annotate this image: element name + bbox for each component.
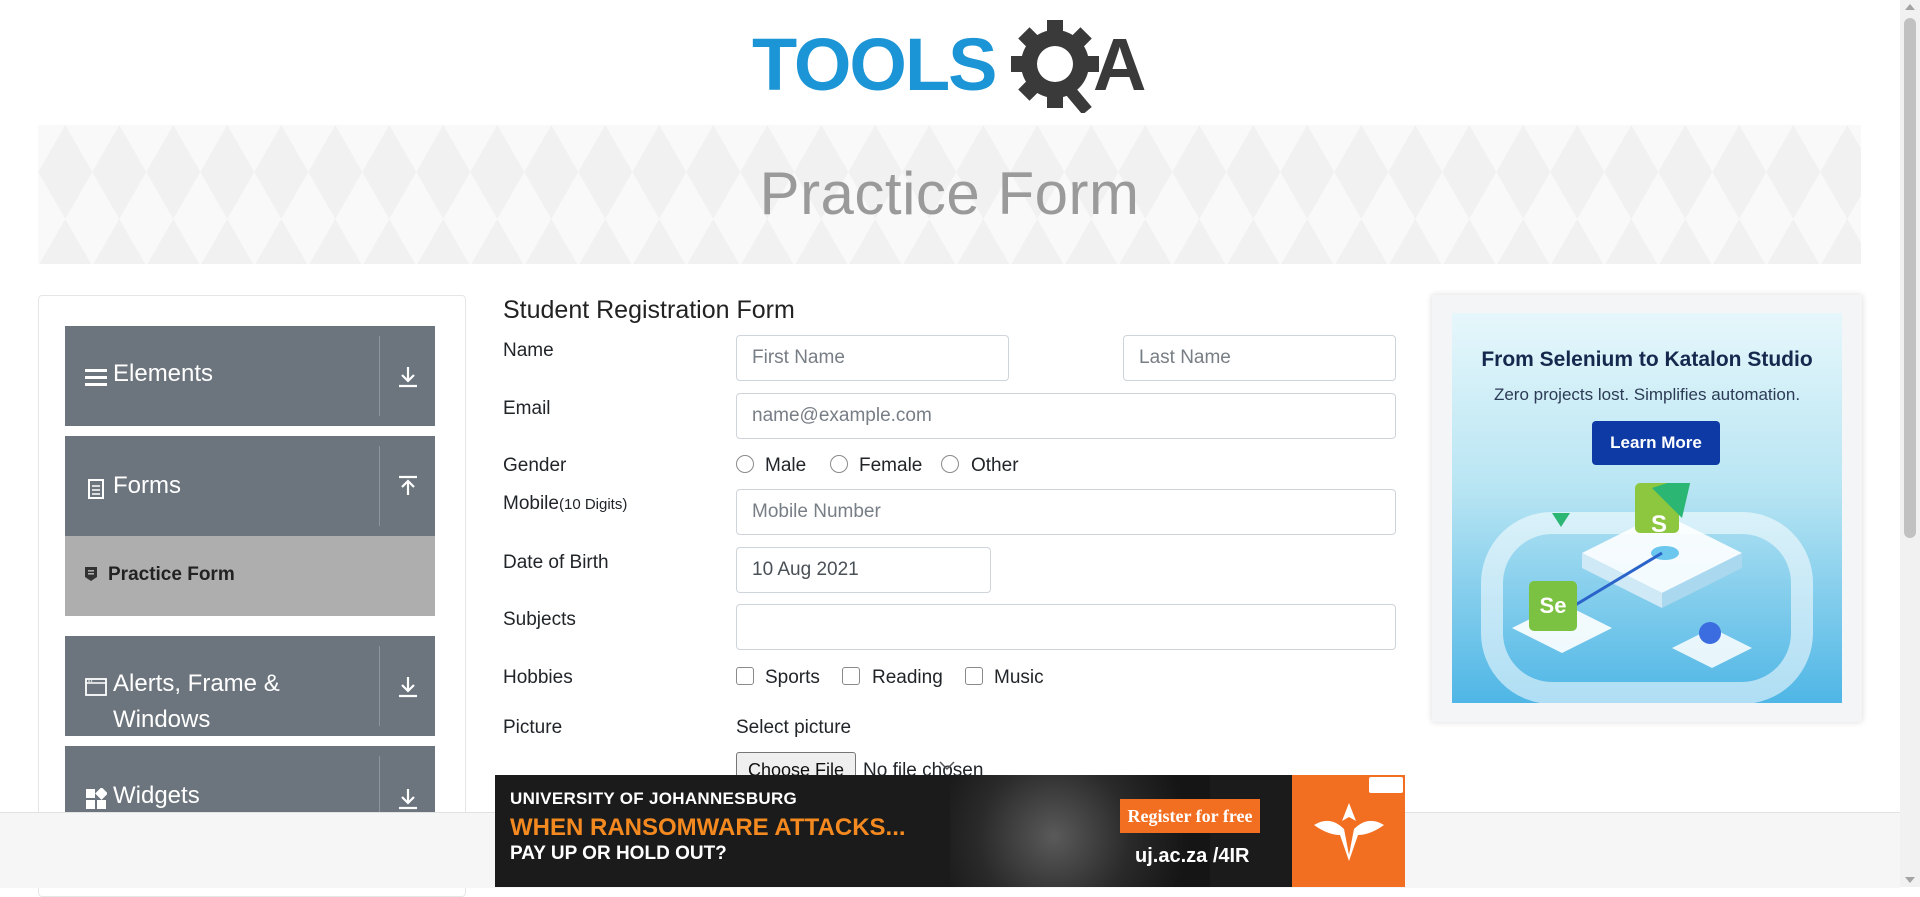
sidebar-group-label: Elements bbox=[113, 360, 214, 387]
select-picture-label: Select picture bbox=[736, 717, 852, 738]
gender-female-label[interactable]: Female bbox=[859, 455, 922, 477]
window-icon bbox=[85, 678, 107, 696]
ad-se-icon: Se bbox=[1529, 581, 1577, 631]
gender-male-radio[interactable] bbox=[736, 455, 754, 473]
mobile-input[interactable] bbox=[736, 489, 1396, 535]
ad-line-1: UNIVERSITY OF JOHANNESBURG bbox=[510, 789, 798, 808]
learn-more-button[interactable]: Learn More bbox=[1592, 421, 1720, 465]
sidebar-group-label: Alerts, Frame & bbox=[113, 670, 280, 697]
register-button[interactable]: Register for free bbox=[1120, 799, 1260, 833]
hobby-reading-checkbox[interactable] bbox=[842, 667, 860, 685]
university-crest-icon bbox=[1314, 803, 1384, 861]
collapse-up-icon[interactable] bbox=[395, 474, 421, 500]
hobby-music-checkbox[interactable] bbox=[965, 667, 983, 685]
page-scrollbar[interactable] bbox=[1900, 0, 1920, 887]
first-name-input[interactable] bbox=[736, 335, 1009, 381]
sidebar-item-practice-form[interactable]: Practice Form bbox=[65, 536, 435, 616]
widgets-icon bbox=[86, 788, 107, 809]
gender-label: Gender bbox=[503, 455, 567, 476]
scroll-thumb[interactable] bbox=[1904, 18, 1916, 538]
ad-line-2: WHEN RANSOMWARE ATTACKS... bbox=[510, 814, 906, 841]
mobile-label-text: Mobile bbox=[503, 493, 559, 514]
page-title: Practice Form bbox=[759, 160, 1140, 227]
dob-label: Date of Birth bbox=[503, 552, 609, 573]
sidebar-group-alerts[interactable]: Alerts, Frame & Windows bbox=[65, 636, 435, 736]
hobbies-label: Hobbies bbox=[503, 667, 573, 688]
side-advertisement[interactable]: From Selenium to Katalon Studio Zero pro… bbox=[1432, 295, 1862, 722]
ad-title: From Selenium to Katalon Studio bbox=[1481, 348, 1813, 371]
sidebar-group-label: Widgets bbox=[113, 782, 200, 809]
svg-text:TOOLS: TOOLS bbox=[752, 23, 996, 106]
ad-line-3: PAY UP OR HOLD OUT? bbox=[510, 843, 727, 864]
subjects-label: Subjects bbox=[503, 609, 576, 630]
name-label: Name bbox=[503, 340, 554, 361]
hobby-sports-label[interactable]: Sports bbox=[765, 667, 820, 689]
divider bbox=[379, 336, 380, 416]
email-label: Email bbox=[503, 398, 551, 419]
subjects-input[interactable] bbox=[736, 604, 1396, 650]
gender-other-label[interactable]: Other bbox=[971, 455, 1019, 477]
form-title: Student Registration Form bbox=[503, 296, 795, 324]
toolsqa-logo[interactable]: TOOLS A bbox=[750, 18, 1155, 113]
scroll-down-icon[interactable] bbox=[1905, 877, 1915, 883]
page-header-banner: Practice Form bbox=[38, 125, 1861, 264]
mobile-label: Mobile(10 Digits) bbox=[503, 493, 627, 515]
ad-close-icon[interactable] bbox=[1369, 777, 1403, 793]
sidebar-group-label-line2: Windows bbox=[113, 706, 211, 733]
svg-text:A: A bbox=[1093, 23, 1146, 106]
gender-other-radio[interactable] bbox=[941, 455, 959, 473]
gender-male-label[interactable]: Male bbox=[765, 455, 806, 477]
expand-down-icon[interactable] bbox=[395, 674, 421, 700]
dob-input[interactable] bbox=[736, 547, 991, 593]
sidebar-group-forms[interactable]: Forms bbox=[65, 436, 435, 536]
sidebar: Elements Forms Practice Form Alerts, Fra… bbox=[38, 295, 466, 897]
sidebar-group-elements[interactable]: Elements bbox=[65, 326, 435, 426]
menu-icon bbox=[85, 369, 107, 386]
scroll-up-icon[interactable] bbox=[1905, 4, 1915, 10]
sidebar-item-label: Practice Form bbox=[108, 564, 235, 585]
document-icon bbox=[88, 479, 104, 499]
chevron-down-icon[interactable] bbox=[938, 760, 956, 772]
gender-female-radio[interactable] bbox=[830, 455, 848, 473]
last-name-input[interactable] bbox=[1123, 335, 1396, 381]
hobby-sports-checkbox[interactable] bbox=[736, 667, 754, 685]
expand-down-icon[interactable] bbox=[395, 364, 421, 390]
ad-subtitle: Zero projects lost. Simplifies automatio… bbox=[1493, 385, 1801, 404]
expand-down-icon[interactable] bbox=[395, 786, 421, 812]
ad-url: uj.ac.za /4IR bbox=[1135, 845, 1250, 867]
ad-creative[interactable]: From Selenium to Katalon Studio Zero pro… bbox=[1452, 313, 1842, 703]
form-icon bbox=[85, 567, 97, 581]
hobby-music-label[interactable]: Music bbox=[994, 667, 1044, 689]
divider bbox=[379, 646, 380, 726]
picture-label: Picture bbox=[503, 717, 563, 738]
mobile-hint: (10 Digits) bbox=[558, 496, 628, 513]
hobby-reading-label[interactable]: Reading bbox=[872, 667, 943, 689]
sidebar-group-label: Forms bbox=[113, 472, 181, 499]
bottom-advertisement[interactable]: UNIVERSITY OF JOHANNESBURG WHEN RANSOMWA… bbox=[495, 775, 1405, 887]
email-input[interactable] bbox=[736, 393, 1396, 439]
divider bbox=[379, 446, 380, 526]
ad-s-icon: S bbox=[1650, 511, 1667, 538]
